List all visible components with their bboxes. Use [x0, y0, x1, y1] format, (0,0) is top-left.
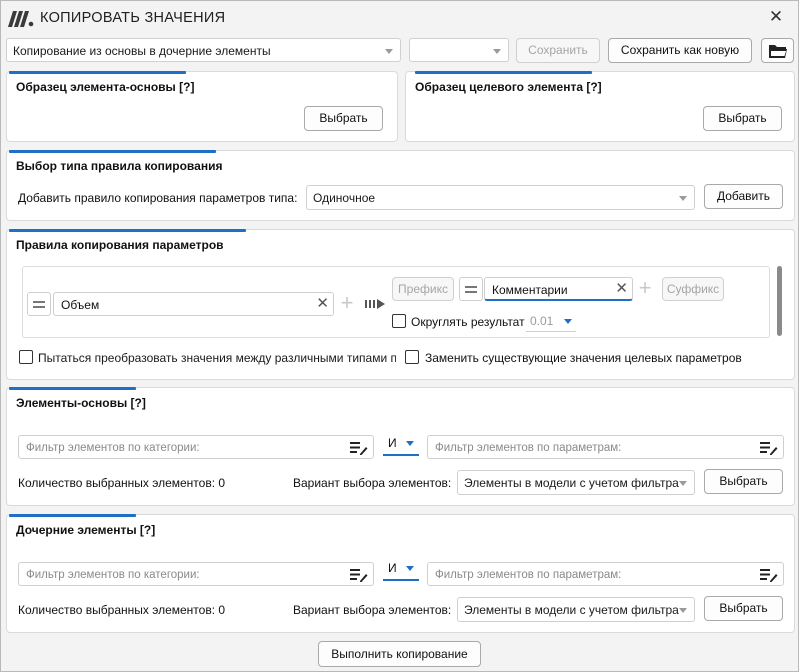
copy-rules-panel: Правила копирования параметров Объем ✕ +…	[6, 229, 795, 380]
target-sample-title: Образец целевого элемента [?]	[415, 80, 602, 94]
child-param-filter-placeholder: Фильтр элементов по параметрам:	[435, 569, 622, 581]
base-elements-title: Элементы-основы [?]	[16, 396, 146, 410]
base-variant-label: Вариант выбора элементов:	[293, 476, 452, 490]
add-rule-label: Добавить правило копирования параметров …	[18, 191, 298, 205]
filter-edit-icon[interactable]	[350, 567, 368, 583]
filter-edit-icon[interactable]	[760, 567, 778, 583]
base-category-filter-placeholder: Фильтр элементов по категории:	[26, 442, 200, 454]
base-param-filter-placeholder: Фильтр элементов по параметрам:	[435, 442, 622, 454]
plus-icon[interactable]: +	[336, 292, 358, 316]
chevron-down-icon	[406, 441, 414, 446]
filter-edit-icon[interactable]	[760, 440, 778, 456]
child-logic-select[interactable]: И	[383, 557, 419, 581]
target-param-field[interactable]: Комментарии ✕	[484, 277, 633, 301]
folder-open-icon	[769, 45, 787, 58]
panel-accent	[9, 150, 216, 153]
panel-accent	[9, 514, 136, 517]
round-result-label: Округлять результат	[411, 315, 525, 329]
arrow-right-icon	[365, 299, 385, 309]
replace-existing-label: Заменить существующие значения целевых п…	[425, 351, 742, 365]
chevron-down-icon	[385, 49, 393, 54]
convert-types-label: Пытаться преобразовать значения между ра…	[38, 351, 396, 365]
base-selected-count: Количество выбранных элементов: 0	[18, 476, 226, 490]
close-icon[interactable]: ✕	[767, 8, 785, 26]
drag-handle[interactable]	[27, 292, 51, 316]
child-category-filter-input[interactable]: Фильтр элементов по категории:	[18, 562, 374, 586]
child-variant-value: Элементы в модели с учетом фильтра	[464, 603, 679, 617]
target-param-value: Комментарии	[492, 283, 568, 297]
chevron-down-icon	[493, 49, 501, 54]
add-rule-button[interactable]: Добавить	[704, 184, 783, 209]
scrollbar-thumb[interactable]	[777, 266, 782, 336]
clear-icon[interactable]: ✕	[615, 280, 628, 298]
filter-edit-icon[interactable]	[350, 440, 368, 456]
base-variant-value: Элементы в модели с учетом фильтра	[464, 476, 679, 490]
copy-rules-title: Правила копирования параметров	[16, 238, 224, 252]
plus-icon[interactable]: +	[634, 277, 656, 301]
save-button[interactable]: Сохранить	[516, 38, 600, 63]
prefix-button[interactable]: Префикс	[392, 277, 454, 301]
chevron-down-icon	[679, 481, 687, 486]
copy-values-window: КОПИРОВАТЬ ЗНАЧЕНИЯ ✕ Копирование из осн…	[0, 0, 799, 672]
child-selected-count: Количество выбранных элементов: 0	[18, 603, 226, 617]
child-variant-label: Вариант выбора элементов:	[293, 603, 452, 617]
select-source-sample-button[interactable]: Выбрать	[304, 106, 383, 131]
chevron-down-icon	[679, 608, 687, 613]
select-base-elements-button[interactable]: Выбрать	[704, 469, 783, 494]
execute-copy-button[interactable]: Выполнить копирование	[318, 641, 481, 667]
round-precision-select[interactable]: 0.01	[526, 310, 576, 332]
source-param-field[interactable]: Объем ✕	[53, 292, 334, 316]
title-bar[interactable]: КОПИРОВАТЬ ЗНАЧЕНИЯ ✕	[1, 1, 798, 35]
chevron-down-icon	[564, 319, 572, 324]
child-logic-value: И	[388, 561, 397, 575]
base-logic-select[interactable]: И	[383, 432, 419, 456]
panel-accent	[9, 387, 136, 390]
suffix-button[interactable]: Суффикс	[662, 277, 724, 301]
source-param-value: Объем	[61, 298, 100, 312]
convert-types-checkbox[interactable]	[19, 350, 33, 364]
base-elements-panel: Элементы-основы [?] Фильтр элементов по …	[6, 387, 795, 506]
panel-accent	[9, 71, 186, 74]
source-sample-panel: Образец элемента-основы [?] Выбрать	[6, 71, 398, 142]
base-logic-value: И	[388, 436, 397, 450]
clear-icon[interactable]: ✕	[316, 295, 329, 313]
child-param-filter-input[interactable]: Фильтр элементов по параметрам:	[427, 562, 784, 586]
rule-type-select[interactable]: Одиночное	[306, 185, 695, 210]
source-sample-title: Образец элемента-основы [?]	[16, 80, 195, 94]
replace-existing-checkbox[interactable]	[405, 350, 419, 364]
secondary-select[interactable]	[409, 38, 509, 62]
child-category-filter-placeholder: Фильтр элементов по категории:	[26, 569, 200, 581]
base-param-filter-input[interactable]: Фильтр элементов по параметрам:	[427, 435, 784, 459]
window-title: КОПИРОВАТЬ ЗНАЧЕНИЯ	[40, 10, 226, 26]
base-variant-select[interactable]: Элементы в модели с учетом фильтра	[457, 470, 695, 495]
rule-type-title: Выбор типа правила копирования	[16, 159, 223, 173]
drag-handle[interactable]	[459, 277, 483, 301]
child-elements-panel: Дочерние элементы [?] Фильтр элементов п…	[6, 514, 795, 633]
rule-type-value: Одиночное	[313, 191, 376, 205]
preset-select[interactable]: Копирование из основы в дочерние элемент…	[6, 38, 401, 62]
child-variant-select[interactable]: Элементы в модели с учетом фильтра	[457, 597, 695, 622]
open-folder-button[interactable]	[761, 38, 794, 63]
child-elements-title: Дочерние элементы [?]	[16, 523, 156, 537]
panel-accent	[9, 229, 246, 232]
rule-row: Объем ✕ + Префикс Комментарии ✕ + Суффик…	[22, 266, 770, 338]
save-as-new-button[interactable]: Сохранить как новую	[608, 38, 752, 63]
chevron-down-icon	[679, 196, 687, 201]
select-target-sample-button[interactable]: Выбрать	[703, 106, 782, 131]
preset-select-value: Копирование из основы в дочерние элемент…	[13, 44, 271, 58]
base-category-filter-input[interactable]: Фильтр элементов по категории:	[18, 435, 374, 459]
app-logo-icon	[8, 11, 34, 27]
panel-accent	[415, 71, 592, 74]
round-result-checkbox[interactable]	[392, 314, 406, 328]
round-precision-value: 0.01	[530, 314, 554, 328]
rule-type-panel: Выбор типа правила копирования Добавить …	[6, 150, 795, 221]
chevron-down-icon	[406, 566, 414, 571]
select-child-elements-button[interactable]: Выбрать	[704, 596, 783, 621]
target-sample-panel: Образец целевого элемента [?] Выбрать	[405, 71, 795, 142]
